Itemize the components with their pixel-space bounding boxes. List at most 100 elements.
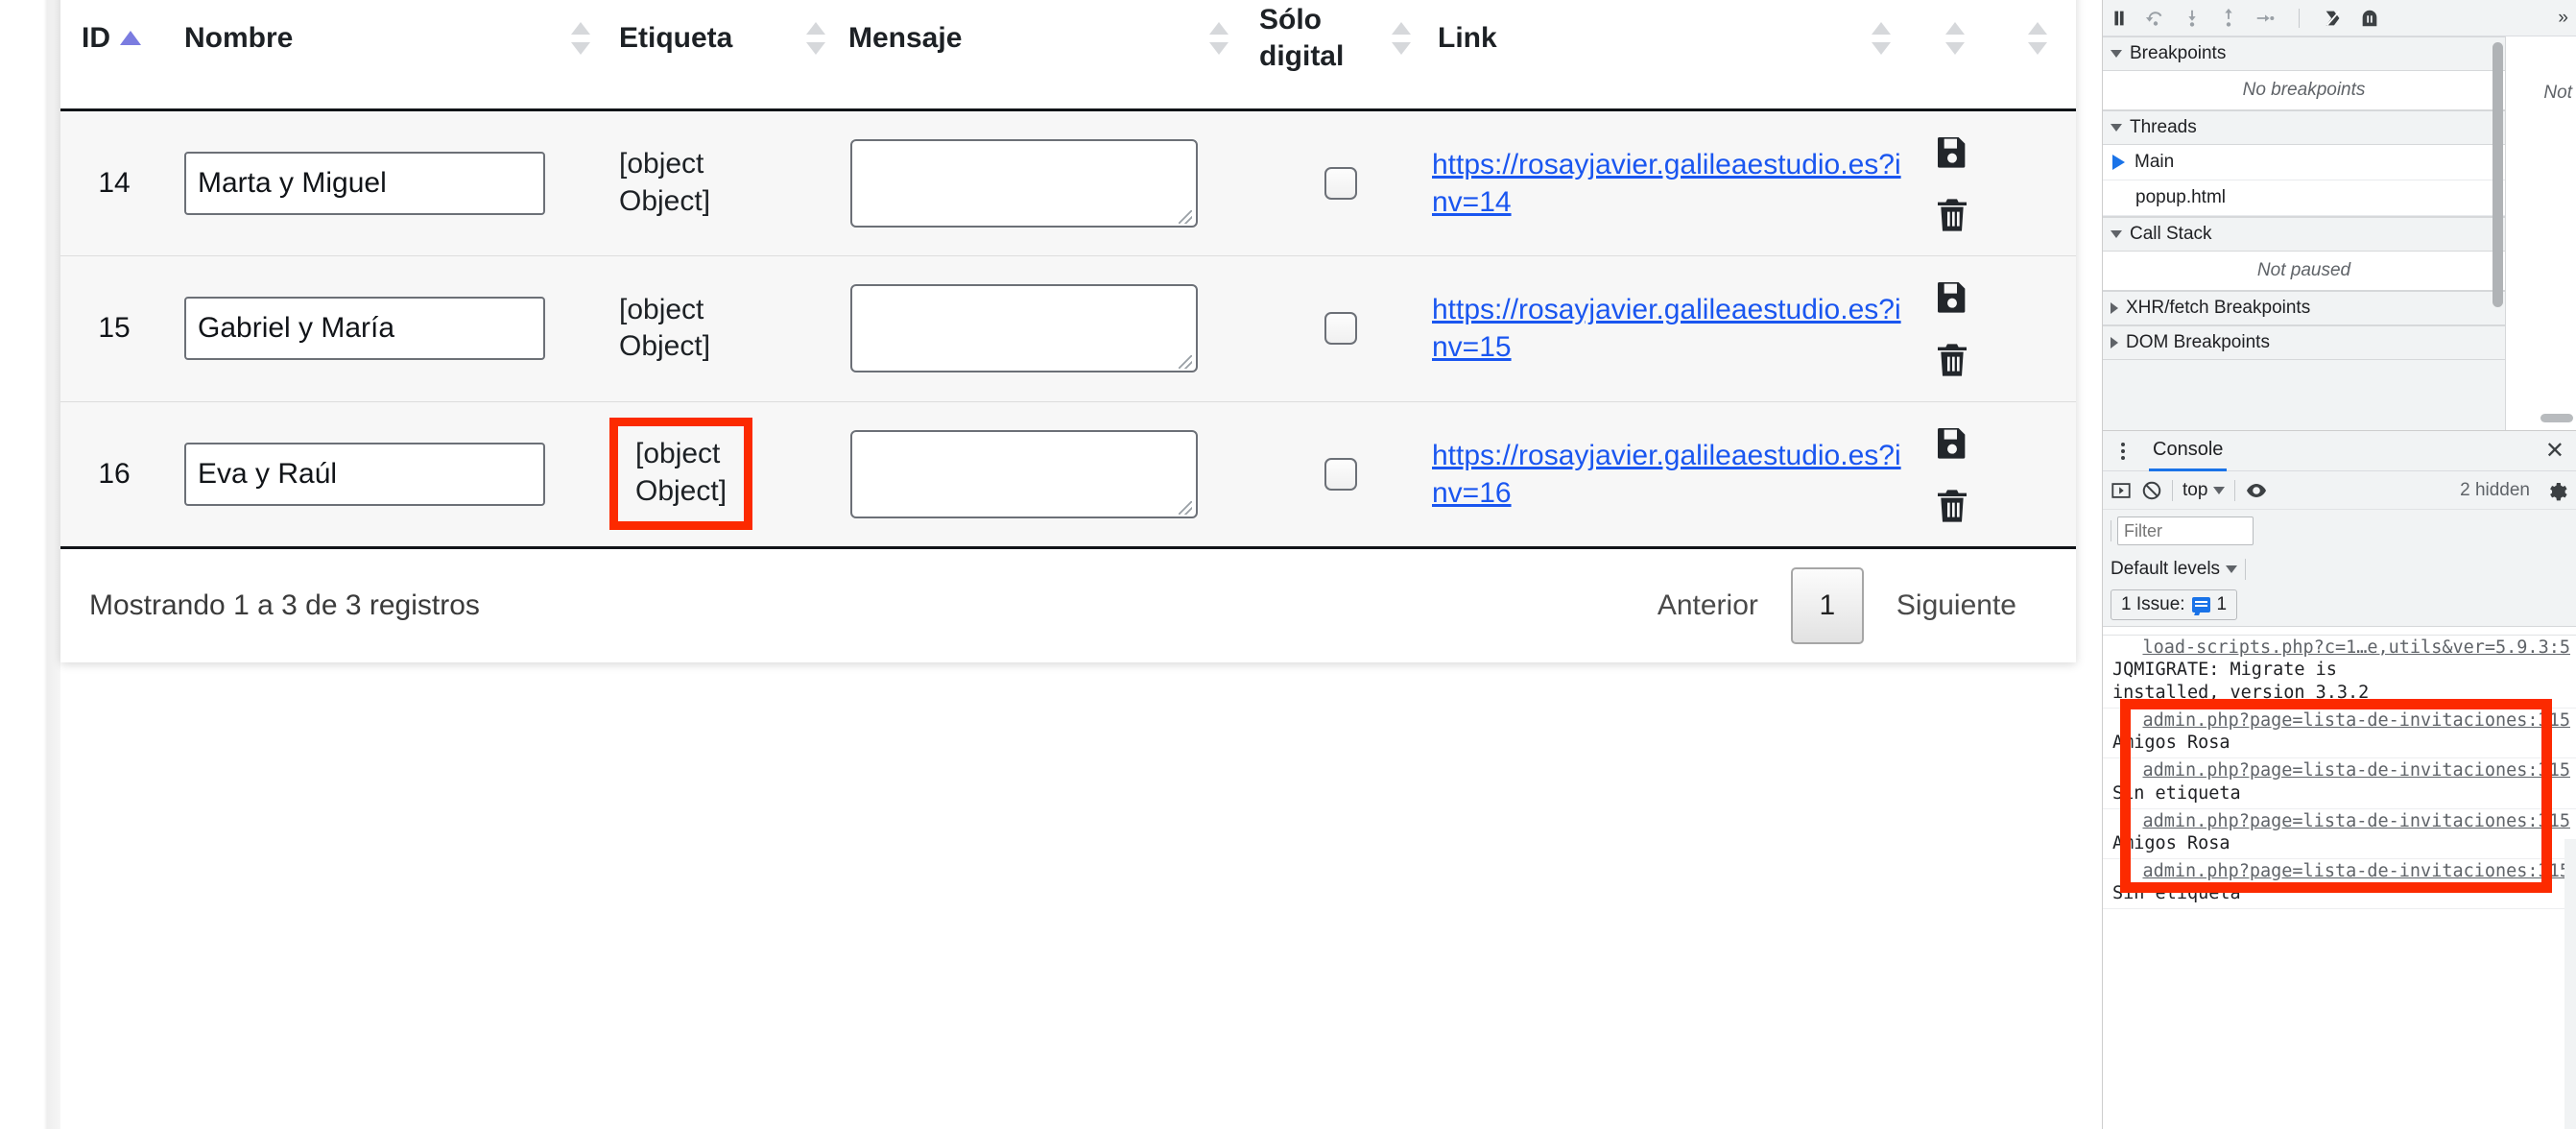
row-actions (1912, 132, 1998, 234)
trash-icon[interactable] (1933, 196, 1971, 234)
more-tabs-icon[interactable]: » (2558, 8, 2568, 29)
save-floppy-icon[interactable] (1933, 423, 1971, 462)
console-source-link[interactable]: admin.php?page=lista-de-invitaciones:315 (2112, 860, 2570, 882)
console-sidebar-icon[interactable] (2111, 480, 2132, 501)
trash-icon[interactable] (1933, 341, 1971, 379)
invitation-link[interactable]: https://rosayjavier.galileaestudio.es?in… (1432, 437, 1912, 512)
cell-nombre (168, 401, 611, 549)
sort-both-icon[interactable] (806, 22, 825, 56)
cell-link: https://rosayjavier.galileaestudio.es?in… (1432, 255, 1912, 402)
console-filter-input[interactable] (2117, 516, 2254, 545)
nombre-input[interactable] (184, 297, 545, 361)
section-call-stack[interactable]: Call Stack (2103, 217, 2505, 252)
invitations-table-card: ID Nombre Etiqueta Mensaje Sólo digital … (60, 0, 2076, 662)
pause-on-exceptions-icon[interactable] (2359, 8, 2380, 29)
close-icon[interactable]: ✕ (2545, 439, 2564, 463)
mensaje-wrap (848, 138, 1198, 228)
pagination-previous[interactable]: Anterior (1625, 589, 1791, 622)
section-xhr-breakpoints[interactable]: XHR/fetch Breakpoints (2103, 291, 2505, 325)
clear-console-icon[interactable] (2141, 480, 2162, 501)
step-into-icon[interactable] (2182, 8, 2203, 29)
console-output[interactable]: load-scripts.php?c=1…e,utils&ver=5.9.3:5… (2103, 635, 2576, 1129)
chevron-down-icon (2226, 565, 2238, 573)
save-floppy-icon[interactable] (1933, 132, 1971, 171)
console-source-link[interactable]: load-scripts.php?c=1…e,utils&ver=5.9.3:5 (2112, 637, 2570, 659)
no-breakpoints-text: No breakpoints (2242, 80, 2366, 100)
etiqueta-value: [object Object] (619, 148, 711, 217)
nombre-input[interactable] (184, 442, 545, 506)
thread-item-main[interactable]: Main (2103, 145, 2505, 180)
tab-console[interactable]: Console (2149, 430, 2228, 471)
mensaje-textarea[interactable] (850, 429, 1198, 518)
etiqueta-value-highlight: [object Object] (609, 418, 753, 531)
sort-both-icon[interactable] (1945, 22, 1965, 56)
cell-etiqueta: [object Object] (611, 109, 847, 256)
console-toolbar-row4: 1 Issue: 1 (2103, 587, 2576, 627)
thread-label: popup.html (2135, 187, 2227, 207)
console-source-link[interactable]: admin.php?page=lista-de-invitaciones:315 (2112, 759, 2570, 781)
solo-digital-checkbox[interactable] (1324, 166, 1357, 200)
step-icon[interactable] (2254, 8, 2276, 29)
col-header-etiqueta[interactable]: Etiqueta (611, 0, 847, 111)
console-right-edge (2564, 839, 2576, 1129)
col-header-nombre[interactable]: Nombre (168, 0, 611, 111)
sort-both-icon[interactable] (1872, 22, 1891, 56)
console-source-link[interactable]: admin.php?page=lista-de-invitaciones:315 (2112, 810, 2570, 832)
cell-link: https://rosayjavier.galileaestudio.es?in… (1432, 109, 1912, 256)
console-context-label: top (2182, 479, 2208, 500)
console-source-link[interactable]: admin.php?page=lista-de-invitaciones:315 (2112, 709, 2570, 732)
gear-icon[interactable] (2545, 479, 2568, 502)
section-threads[interactable]: Threads (2103, 110, 2505, 145)
sort-ascending-icon[interactable] (120, 31, 141, 46)
cell-actions (1912, 401, 1998, 549)
sort-both-icon[interactable] (1209, 22, 1228, 56)
col-header-link[interactable]: Link (1432, 0, 1912, 111)
col-header-actions[interactable] (1912, 0, 1998, 111)
trash-icon[interactable] (1933, 487, 1971, 525)
pagination-next[interactable]: Siguiente (1864, 589, 2049, 622)
pagination-page-1[interactable]: 1 (1790, 566, 1864, 644)
debugger-right-scrollbar[interactable] (2540, 414, 2573, 422)
chevron-right-icon (2111, 302, 2118, 314)
deactivate-breakpoints-icon[interactable] (2323, 8, 2344, 29)
pause-icon[interactable] (2109, 8, 2130, 29)
nombre-input[interactable] (184, 151, 545, 215)
call-stack-body: Not paused (2103, 252, 2505, 291)
invitation-link[interactable]: https://rosayjavier.galileaestudio.es?in… (1432, 291, 1912, 366)
debugger-right-text: Not (2543, 83, 2572, 103)
invitation-link[interactable]: https://rosayjavier.galileaestudio.es?in… (1432, 146, 1912, 221)
save-floppy-icon[interactable] (1933, 277, 1971, 316)
debugger-sidebar-scrollbar[interactable] (2493, 42, 2503, 307)
col-header-nombre-label: Nombre (184, 22, 294, 55)
header-row: ID Nombre Etiqueta Mensaje Sólo digital … (60, 0, 2076, 111)
sort-both-icon[interactable] (2027, 22, 2047, 56)
console-message-text: Amigos Rosa (2112, 733, 2230, 754)
section-breakpoints[interactable]: Breakpoints (2103, 36, 2505, 71)
col-header-extra[interactable] (1998, 0, 2076, 111)
console-context-selector[interactable]: top (2182, 479, 2226, 501)
step-out-icon[interactable] (2218, 8, 2239, 29)
console-message-text: Sin etiqueta (2112, 782, 2241, 804)
thread-item-popup[interactable]: popup.html (2103, 180, 2505, 216)
col-header-solo-digital[interactable]: Sólo digital (1250, 0, 1432, 111)
step-over-icon[interactable] (2145, 8, 2166, 29)
mensaje-textarea[interactable] (850, 138, 1198, 228)
solo-digital-checkbox[interactable] (1324, 312, 1357, 346)
mensaje-textarea[interactable] (850, 284, 1198, 373)
section-dom-breakpoints[interactable]: DOM Breakpoints (2103, 325, 2505, 360)
debugger-right-pane: Not (2506, 36, 2576, 430)
col-header-id[interactable]: ID (60, 0, 168, 111)
issues-button[interactable]: 1 Issue: 1 (2111, 589, 2238, 620)
col-header-mensaje[interactable]: Mensaje (847, 0, 1250, 111)
sort-both-icon[interactable] (1392, 22, 1411, 56)
active-thread-arrow-icon (2112, 155, 2125, 170)
eye-icon[interactable] (2245, 479, 2268, 502)
console-message-text: Amigos Rosa (2112, 832, 2230, 853)
solo-digital-checkbox[interactable] (1324, 457, 1357, 491)
sort-both-icon[interactable] (571, 22, 590, 56)
cell-mensaje (847, 109, 1250, 256)
console-tabbar: Console ✕ (2103, 431, 2576, 471)
section-call-stack-label: Call Stack (2130, 224, 2212, 244)
more-options-icon[interactable] (2111, 442, 2135, 460)
console-levels-selector[interactable]: Default levels (2111, 559, 2238, 580)
